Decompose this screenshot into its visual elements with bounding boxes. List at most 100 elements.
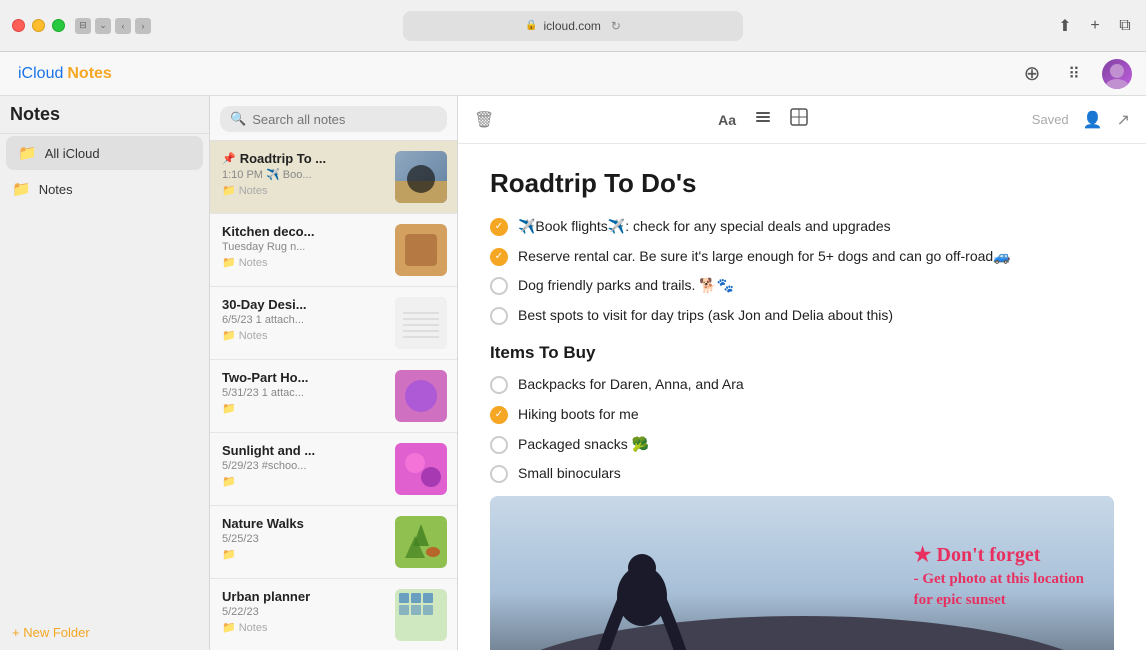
checkbox[interactable] [490,436,508,454]
note-item[interactable]: Kitchen deco... Tuesday Rug n... 📁 Notes [210,214,457,287]
note-folder: Notes [239,330,268,342]
note-footer: 📁 Notes [222,184,387,197]
note-folder: Notes [239,185,268,197]
checklist-item: ✓ Hiking boots for me [490,405,1114,425]
note-title: Two-Part Ho... [222,370,387,385]
note-meta: 1:10 PM ✈️ Boo... [222,168,387,181]
note-item[interactable]: Two-Part Ho... 5/31/23 1 attac... 📁 [210,360,457,433]
note-content: Urban planner 5/22/23 📁 Notes [222,589,387,641]
search-input[interactable] [252,112,437,127]
note-content: 📌 Roadtrip To ... 1:10 PM ✈️ Boo... 📁 No… [222,151,387,203]
toolbar-right: Saved 👤 ↗ [1032,110,1130,130]
notes-label: Notes [67,65,111,83]
avatar[interactable] [1102,59,1132,89]
app-header: iCloud Notes ⊕ ⠿ [0,52,1146,96]
note-title: Roadtrip To Do's [490,168,1114,199]
chevron-down-icon[interactable]: ⌄ [95,18,111,34]
back-button[interactable]: ‹ [115,18,131,34]
forward-button[interactable]: › [135,18,151,34]
checklist-text: ✈️Book flights✈️: check for any special … [518,217,891,237]
note-footer: 📁 Notes [222,329,387,342]
note-folder: Notes [239,622,268,634]
checkbox[interactable] [490,465,508,483]
note-item[interactable]: 📌 Roadtrip To ... 1:10 PM ✈️ Boo... 📁 No… [210,141,457,214]
note-title: Kitchen deco... [222,224,387,239]
folder-icon: 📁 [222,548,236,561]
annotation-line1: ★ Don't forget [914,541,1084,569]
new-folder-label: + New Folder [12,625,90,640]
table-icon[interactable] [790,108,808,131]
annotation-line3: for epic sunset [914,590,1084,611]
sidebar-toggle[interactable]: ⊟ [75,18,91,34]
folder-icon: 📁 [222,256,236,269]
checkbox[interactable] [490,376,508,394]
checklist-text: Hiking boots for me [518,405,639,425]
new-tab-icon[interactable]: + [1086,17,1104,35]
sidebar-item-label: All iCloud [45,146,100,161]
search-icon: 🔍 [230,111,246,127]
note-title: Roadtrip To ... [240,151,326,166]
sidebar-item-notes[interactable]: 📁 Notes [0,172,209,206]
checklist-item: Packaged snacks 🥦 [490,435,1114,455]
sidebar-item-all-icloud[interactable]: 📁 All iCloud [6,136,203,170]
note-footer: 📁 [222,548,387,561]
note-item[interactable]: Sunlight and ... 5/29/23 #schoo... 📁 [210,433,457,506]
note-thumb [395,151,447,203]
section-header: Items To Buy [490,343,1114,363]
image-annotation: ★ Don't forget - Get photo at this locat… [914,541,1084,611]
search-bar: 🔍 [210,96,457,141]
note-item[interactable]: Nature Walks 5/25/23 📁 [210,506,457,579]
checklist-item: Small binoculars [490,464,1114,484]
note-thumb [395,224,447,276]
tabs-icon[interactable]: ⧉ [1116,17,1134,35]
title-bar-actions: ⬆ + ⧉ [1056,17,1134,35]
note-body: Roadtrip To Do's ✓ ✈️Book flights✈️: che… [458,144,1146,650]
minimize-button[interactable] [32,19,45,32]
grid-icon[interactable]: ⠿ [1060,60,1088,88]
note-title: 30-Day Desi... [222,297,387,312]
text-format-icon[interactable]: Aa [718,112,736,128]
search-wrap[interactable]: 🔍 [220,106,447,132]
maximize-button[interactable] [52,19,65,32]
checkbox[interactable] [490,277,508,295]
sidebar-item-label: Notes [39,182,73,197]
folder-icon: 📁 [222,329,236,342]
checklist-item: Dog friendly parks and trails. 🐕🐾 [490,276,1114,296]
notes-list-items: 📌 Roadtrip To ... 1:10 PM ✈️ Boo... 📁 No… [210,141,457,650]
note-item[interactable]: 30-Day Desi... 6/5/23 1 attach... 📁 Note… [210,287,457,360]
note-item[interactable]: Urban planner 5/22/23 📁 Notes [210,579,457,650]
note-content: Sunlight and ... 5/29/23 #schoo... 📁 [222,443,387,495]
folder-icon: 📁 [222,621,236,634]
note-footer: 📁 [222,475,387,488]
folder-icon: 📁 [222,184,236,197]
checklist-text: Best spots to visit for day trips (ask J… [518,306,893,326]
note-content: Nature Walks 5/25/23 📁 [222,516,387,568]
brand: iCloud Notes [14,65,112,83]
folder-icon: 📁 [222,475,236,488]
folder-icon: 📁 [18,144,37,162]
checklist-icon[interactable] [754,108,772,131]
trash-icon[interactable]: 🗑 [474,110,494,130]
checklist-item: ✓ Reserve rental car. Be sure it's large… [490,247,1114,267]
note-title: Urban planner [222,589,387,604]
add-icon[interactable]: ⊕ [1018,60,1046,88]
checkbox[interactable] [490,307,508,325]
note-thumb [395,370,447,422]
address-bar[interactable]: 🔒 icloud.com ↻ [403,11,743,41]
new-folder-button[interactable]: + New Folder [0,615,209,650]
close-button[interactable] [12,19,25,32]
note-folder: Notes [239,257,268,269]
export-icon[interactable]: ↗ [1117,110,1130,130]
note-detail: 🗑 Aa [458,96,1146,650]
share-user-icon[interactable]: 👤 [1083,110,1103,130]
checkbox[interactable]: ✓ [490,406,508,424]
avatar-image [1102,59,1132,89]
note-title: Nature Walks [222,516,387,531]
notes-list: 🔍 📌 Roadtrip To ... 1:10 PM ✈️ Boo... 📁 … [210,96,458,650]
note-thumb [395,297,447,349]
checkbox[interactable]: ✓ [490,218,508,236]
reload-icon[interactable]: ↻ [611,19,621,33]
share-icon[interactable]: ⬆ [1056,17,1074,35]
checkbox[interactable]: ✓ [490,248,508,266]
url-text: icloud.com [544,19,601,33]
